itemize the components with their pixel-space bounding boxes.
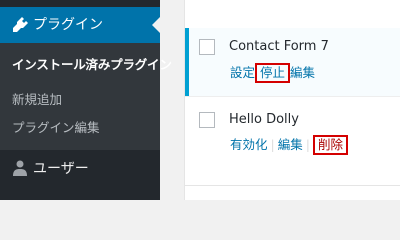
edit-link[interactable]: 編集 — [290, 65, 315, 80]
activate-link[interactable]: 有効化 — [230, 137, 268, 152]
submenu-plugin-editor[interactable]: プラグイン編集 — [12, 117, 100, 136]
sidebar-item-label: ユーザー — [33, 161, 89, 177]
admin-sidebar: プラグイン インストール済みプラグイン 新規追加 プラグイン編集 ユーザー — [0, 0, 172, 200]
separator: | — [305, 137, 310, 152]
plugins-submenu: インストール済みプラグイン 新規追加 プラグイン編集 — [0, 43, 172, 150]
delete-link[interactable]: 削除 — [318, 137, 343, 152]
sidebar-item-users[interactable]: ユーザー — [0, 150, 160, 186]
submenu-add-new[interactable]: 新規追加 — [12, 89, 62, 108]
select-plugin-checkbox[interactable] — [199, 112, 215, 128]
highlight-box: 削除 — [312, 135, 348, 155]
settings-link[interactable]: 設定 — [230, 65, 255, 80]
sidebar-item-label: プラグイン — [33, 17, 103, 33]
plugin-title: Hello Dolly — [229, 112, 299, 127]
separator: | — [270, 137, 275, 152]
plugin-row-hello-dolly: Hello Dolly 有効化 | 編集 | 削除 — [185, 96, 400, 186]
sidebar-item-plugins[interactable]: プラグイン — [0, 7, 160, 43]
edit-link[interactable]: 編集 — [278, 137, 303, 152]
deactivate-link[interactable]: 停止 — [260, 65, 285, 80]
submenu-installed-plugins[interactable]: インストール済みプラグイン — [12, 54, 172, 73]
plugins-list: Contact Form 7 設定 停止 編集 Hello Dolly 有効化 | 編集… — [184, 0, 400, 200]
plugin-row-contact-form-7: Contact Form 7 設定 停止 編集 — [185, 28, 400, 96]
row-actions: 有効化 | 編集 | 削除 — [230, 134, 348, 155]
user-icon — [11, 159, 29, 177]
highlight-box: 停止 — [255, 63, 291, 83]
plugin-title: Contact Form 7 — [229, 39, 329, 54]
plugin-icon — [11, 16, 29, 34]
select-plugin-checkbox[interactable] — [199, 39, 215, 55]
row-actions: 設定 停止 編集 — [230, 62, 315, 83]
active-menu-arrow — [152, 17, 160, 33]
